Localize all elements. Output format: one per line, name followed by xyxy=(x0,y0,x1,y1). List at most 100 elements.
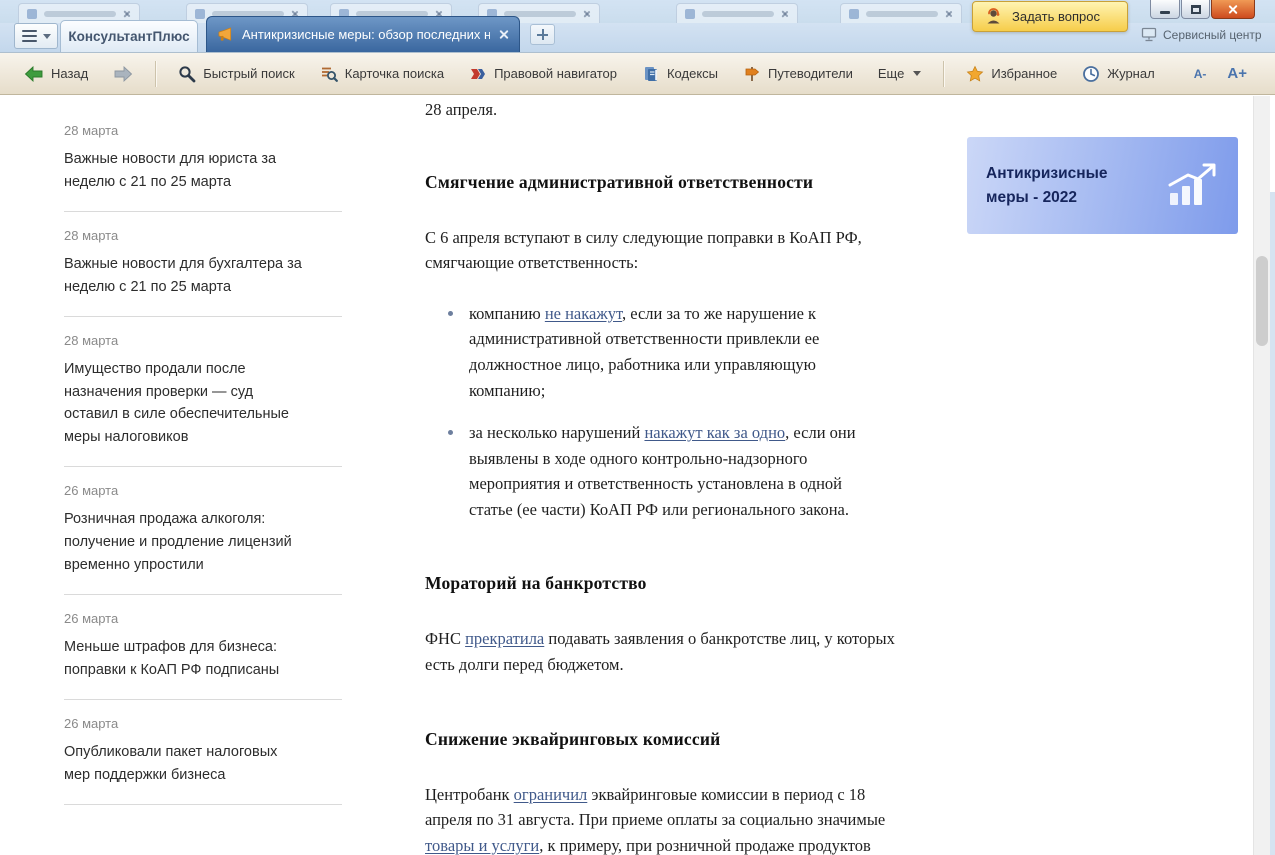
scrollbar[interactable] xyxy=(1253,96,1270,855)
paragraph: ФНС прекратила подавать заявления о банк… xyxy=(425,626,903,677)
ask-question-label: Задать вопрос xyxy=(1012,9,1100,24)
tab-active[interactable]: Антикризисные меры: обзор последних н xyxy=(206,16,520,52)
bullet-list: компанию не накажут, если за то же наруш… xyxy=(425,301,903,523)
inline-link[interactable]: ограничил xyxy=(514,785,588,804)
divider xyxy=(64,316,342,317)
search-card-label: Карточка поиска xyxy=(345,66,444,81)
news-title[interactable]: Важные новости для бухгалтера за неделю … xyxy=(64,253,304,299)
toolbar-separator xyxy=(943,61,944,87)
tab-home[interactable]: КонсультантПлюс xyxy=(60,20,198,52)
toolbar: Назад Быстрый поиск Карточка поиска Прав… xyxy=(0,52,1275,95)
close-icon xyxy=(123,10,131,18)
quick-search-button[interactable]: Быстрый поиск xyxy=(172,61,301,87)
new-tab-button[interactable] xyxy=(530,24,555,45)
toolbar-separator xyxy=(155,61,156,87)
close-icon xyxy=(583,10,591,18)
news-date: 28 марта xyxy=(64,123,342,138)
text: Центробанк xyxy=(425,785,514,804)
titlebar: КонсультантПлюс Антикризисные меры: обзо… xyxy=(0,0,1275,52)
back-button[interactable]: Назад xyxy=(18,61,94,87)
text: компанию xyxy=(469,304,545,323)
tab-active-label: Антикризисные меры: обзор последних н xyxy=(242,27,490,42)
search-card-button[interactable]: Карточка поиска xyxy=(314,61,450,87)
more-button[interactable]: Еще xyxy=(872,62,927,85)
paragraph: С 6 апреля вступают в силу следующие поп… xyxy=(425,225,903,276)
rising-chart-icon xyxy=(1164,159,1222,211)
news-title[interactable]: Имущество продали после назначения прове… xyxy=(64,358,304,450)
favorites-label: Избранное xyxy=(991,66,1057,81)
codes-label: Кодексы xyxy=(667,66,718,81)
list-item[interactable]: 28 марта Важные новости для юриста за не… xyxy=(64,123,342,194)
service-center-link[interactable]: Сервисный центр xyxy=(1141,27,1262,42)
tab-close-icon[interactable] xyxy=(498,29,509,40)
inline-link[interactable]: товары и услуги xyxy=(425,836,539,855)
divider xyxy=(64,699,342,700)
article-fragment: 28 апреля. xyxy=(425,97,903,123)
close-button[interactable] xyxy=(1211,0,1255,19)
news-date: 28 марта xyxy=(64,333,342,348)
guides-button[interactable]: Путеводители xyxy=(737,61,859,87)
news-date: 26 марта xyxy=(64,716,342,731)
legal-navigator-button[interactable]: Правовой навигатор xyxy=(463,61,623,87)
back-arrow-icon xyxy=(24,65,44,83)
window-controls xyxy=(1150,0,1255,19)
hamburger-icon xyxy=(22,30,37,42)
list-item[interactable]: 28 марта Важные новости для бухгалтера з… xyxy=(64,228,342,299)
signpost-icon xyxy=(743,65,761,83)
list-item[interactable]: 28 марта Имущество продали после назначе… xyxy=(64,333,342,450)
codes-button[interactable]: Кодексы xyxy=(636,61,724,87)
divider xyxy=(64,211,342,212)
megaphone-icon xyxy=(217,26,234,43)
main-menu-button[interactable] xyxy=(14,23,58,49)
plus-icon xyxy=(537,29,548,40)
ask-question-button[interactable]: Задать вопрос xyxy=(972,1,1128,32)
inline-link[interactable]: не накажут xyxy=(545,304,622,323)
news-title[interactable]: Опубликовали пакет налоговых мер поддерж… xyxy=(64,741,304,787)
forward-arrow-icon xyxy=(113,65,133,83)
news-title[interactable]: Розничная продажа алкоголя: получение и … xyxy=(64,508,304,577)
minimize-button[interactable] xyxy=(1150,0,1180,19)
bullet-item: за несколько нарушений накажут как за од… xyxy=(469,420,861,522)
window-edge xyxy=(1270,192,1275,855)
news-date: 28 марта xyxy=(64,228,342,243)
article: 28 апреля. Смягчение административной от… xyxy=(425,96,903,855)
forward-button[interactable] xyxy=(107,61,139,87)
navigator-icon xyxy=(469,65,487,83)
list-item[interactable]: 26 марта Опубликовали пакет налоговых ме… xyxy=(64,716,342,787)
back-label: Назад xyxy=(51,66,88,81)
text: ФНС xyxy=(425,629,465,648)
section-heading: Мораторий на банкротство xyxy=(425,570,903,597)
quick-search-label: Быстрый поиск xyxy=(203,66,295,81)
maximize-icon xyxy=(1191,5,1201,14)
scrollbar-thumb[interactable] xyxy=(1256,256,1268,346)
divider xyxy=(64,804,342,805)
news-title[interactable]: Меньше штрафов для бизнеса: поправки к К… xyxy=(64,636,304,682)
paragraph: Центробанк ограничил эквайринговые комис… xyxy=(425,782,903,855)
list-item[interactable]: 26 марта Меньше штрафов для бизнеса: поп… xyxy=(64,611,342,682)
search-icon xyxy=(178,65,196,83)
content-area: 28 марта Важные новости для юриста за не… xyxy=(0,96,1275,855)
favorites-button[interactable]: Избранное xyxy=(960,61,1063,87)
background-tab xyxy=(840,3,962,23)
journal-label: Журнал xyxy=(1107,66,1154,81)
text: за несколько нарушений xyxy=(469,423,644,442)
inline-link[interactable]: прекратила xyxy=(465,629,544,648)
inline-link[interactable]: накажут как за одно xyxy=(644,423,785,442)
more-label: Еще xyxy=(878,66,904,81)
close-icon xyxy=(781,10,789,18)
bullet-item: компанию не накажут, если за то же наруш… xyxy=(469,301,861,403)
tab-home-label: КонсультантПлюс xyxy=(68,29,189,44)
font-decrease-button[interactable]: А- xyxy=(1190,63,1211,85)
news-date: 26 марта xyxy=(64,483,342,498)
section-heading: Смягчение административной ответственнос… xyxy=(425,169,903,196)
books-icon xyxy=(642,65,660,83)
service-center-label: Сервисный центр xyxy=(1163,28,1262,42)
list-item[interactable]: 26 марта Розничная продажа алкоголя: пол… xyxy=(64,483,342,577)
star-icon xyxy=(966,65,984,83)
maximize-button[interactable] xyxy=(1181,0,1210,19)
anticrisis-banner[interactable]: Антикризисные меры - 2022 xyxy=(967,137,1238,234)
background-tab xyxy=(676,3,798,23)
font-increase-button[interactable]: А+ xyxy=(1223,61,1251,86)
news-title[interactable]: Важные новости для юриста за неделю с 21… xyxy=(64,148,304,194)
journal-button[interactable]: Журнал xyxy=(1076,61,1160,87)
